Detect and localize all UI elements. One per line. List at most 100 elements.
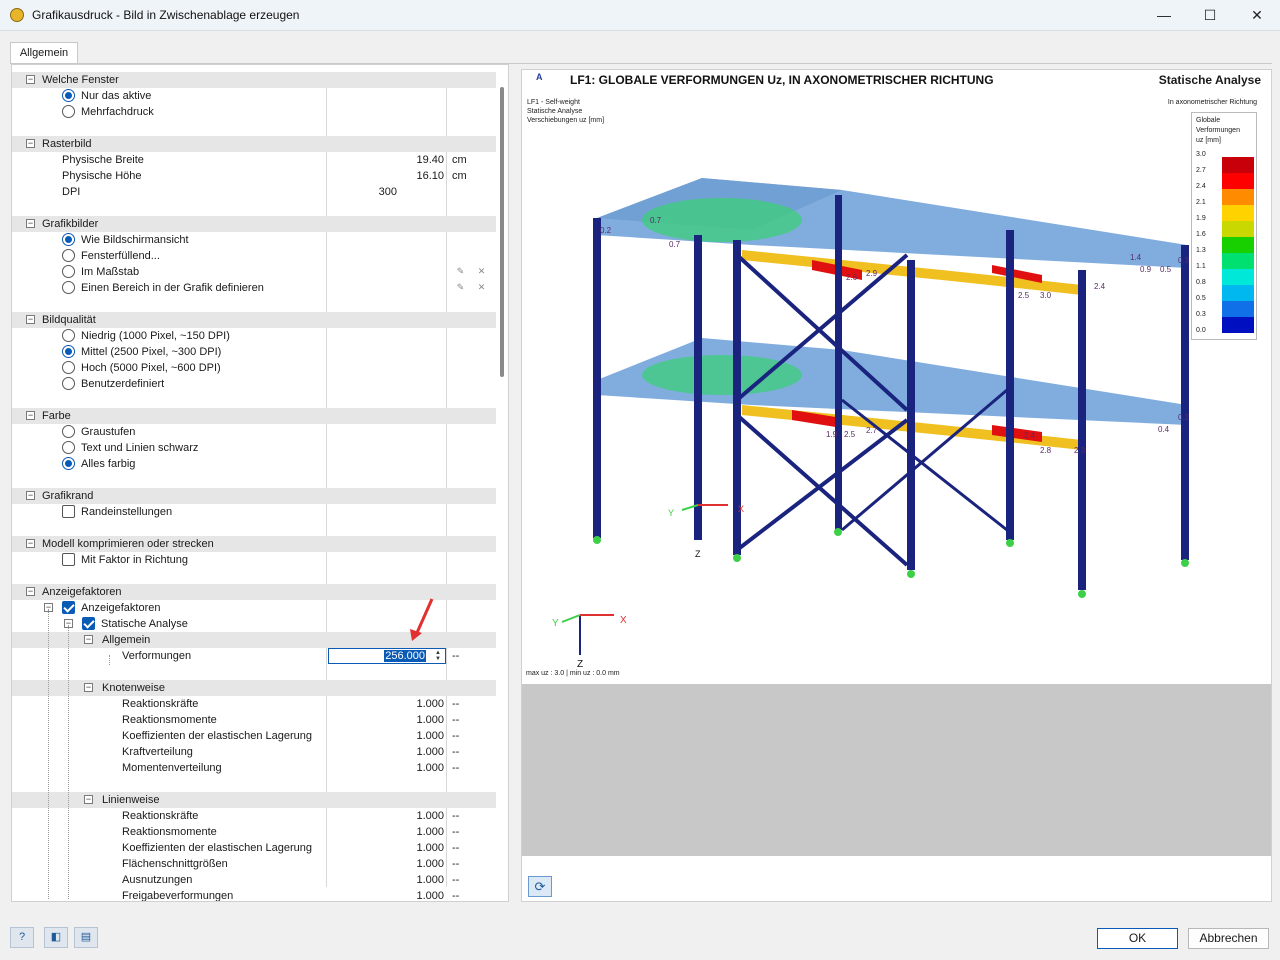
radio-nur-das-aktive[interactable] — [62, 89, 75, 102]
collapse-icon[interactable]: − — [84, 683, 93, 692]
section-farbe[interactable]: − Farbe — [12, 408, 496, 424]
factor-value[interactable]: 1.000 — [352, 842, 444, 854]
section-bildqualitaet[interactable]: − Bildqualität — [12, 312, 496, 328]
refresh-button[interactable]: ⟳ — [528, 876, 552, 897]
checkbox-statische-analyse[interactable] — [82, 617, 95, 630]
radio-im-massstab[interactable] — [62, 265, 75, 278]
option-row[interactable]: Mit Faktor in Richtung — [12, 552, 496, 568]
property-row[interactable]: Flächenschnittgrößen 1.000 -- — [12, 856, 496, 872]
dpi-value[interactable]: 300 — [312, 186, 397, 198]
preview-settings-icon[interactable]: ◧ — [44, 927, 68, 948]
tree-connector — [68, 625, 69, 899]
property-row[interactable]: Reaktionskräfte 1.000 -- — [12, 696, 496, 712]
edit-icon[interactable]: ✎ — [454, 281, 467, 294]
subsection-knotenweise[interactable]: − Knotenweise — [12, 680, 496, 696]
radio-benutzerdefiniert[interactable] — [62, 377, 75, 390]
collapse-icon[interactable]: − — [84, 635, 93, 644]
option-row[interactable]: Niedrig (1000 Pixel, ~150 DPI) — [12, 328, 496, 344]
property-row[interactable]: Physische Höhe 16.10 cm — [12, 168, 496, 184]
property-row[interactable]: Kraftverteilung 1.000 -- — [12, 744, 496, 760]
scrollbar[interactable] — [500, 87, 504, 377]
option-row[interactable]: Graustufen — [12, 424, 496, 440]
close-button[interactable]: ✕ — [1234, 0, 1280, 31]
collapse-icon[interactable]: − — [26, 139, 35, 148]
factor-value[interactable]: 1.000 — [352, 730, 444, 742]
maximize-button[interactable]: ☐ — [1187, 0, 1233, 31]
radio-niedrig[interactable] — [62, 329, 75, 342]
checkbox-anzeigefaktoren[interactable] — [62, 601, 75, 614]
property-row[interactable]: Ausnutzungen 1.000 -- — [12, 872, 496, 888]
property-row[interactable]: Momentenverteilung 1.000 -- — [12, 760, 496, 776]
factor-value[interactable]: 1.000 — [352, 698, 444, 710]
factor-value[interactable]: 1.000 — [352, 874, 444, 886]
option-row[interactable]: Text und Linien schwarz — [12, 440, 496, 456]
factor-value[interactable]: 1.000 — [352, 746, 444, 758]
tab-allgemein[interactable]: Allgemein — [10, 42, 78, 64]
radio-alles-farbig[interactable] — [62, 457, 75, 470]
property-row[interactable]: Reaktionsmomente 1.000 -- — [12, 712, 496, 728]
radio-text-linien-schwarz[interactable] — [62, 441, 75, 454]
option-row[interactable]: Randeinstellungen — [12, 504, 496, 520]
collapse-icon[interactable]: − — [26, 539, 35, 548]
option-row[interactable]: Mehrfachdruck — [12, 104, 496, 120]
option-row[interactable]: Hoch (5000 Pixel, ~600 DPI) — [12, 360, 496, 376]
collapse-icon[interactable]: − — [26, 315, 35, 324]
factor-value[interactable]: 1.000 — [352, 714, 444, 726]
radio-bereich-definieren[interactable] — [62, 281, 75, 294]
factor-value[interactable]: 1.000 — [352, 762, 444, 774]
delete-icon[interactable]: ✕ — [475, 281, 488, 294]
section-rasterbild[interactable]: − Rasterbild — [12, 136, 496, 152]
help-icon[interactable]: ? — [10, 927, 34, 948]
collapse-icon[interactable]: − — [26, 411, 35, 420]
spinner-arrows-icon[interactable]: ▲ ▼ — [433, 650, 443, 662]
physical-width-value[interactable]: 19.40 — [352, 154, 444, 166]
option-row[interactable]: Mittel (2500 Pixel, ~300 DPI) — [12, 344, 496, 360]
property-row[interactable]: DPI 300 — [12, 184, 496, 200]
section-modell[interactable]: − Modell komprimieren oder strecken — [12, 536, 496, 552]
cancel-button[interactable]: Abbrechen — [1188, 928, 1269, 949]
collapse-icon[interactable]: − — [26, 587, 35, 596]
collapse-icon[interactable]: − — [84, 795, 93, 804]
minimize-button[interactable]: — — [1141, 0, 1187, 31]
collapse-icon[interactable]: − — [26, 219, 35, 228]
property-row[interactable]: Reaktionsmomente 1.000 -- — [12, 824, 496, 840]
option-row[interactable]: Einen Bereich in der Grafik definieren ✎… — [12, 280, 496, 296]
option-row[interactable]: Wie Bildschirmansicht — [12, 232, 496, 248]
option-row[interactable]: Im Maßstab ✎ ✕ — [12, 264, 496, 280]
option-row[interactable]: Benutzerdefiniert — [12, 376, 496, 392]
radio-fensterfuellend[interactable] — [62, 249, 75, 262]
section-grafikbilder[interactable]: − Grafikbilder — [12, 216, 496, 232]
factor-value[interactable]: 1.000 — [352, 890, 444, 901]
checkbox-mit-faktor[interactable] — [62, 553, 75, 566]
property-row[interactable]: Physische Breite 19.40 cm — [12, 152, 496, 168]
radio-hoch[interactable] — [62, 361, 75, 374]
option-row[interactable]: Nur das aktive — [12, 88, 496, 104]
collapse-icon[interactable]: − — [26, 75, 35, 84]
property-row[interactable]: Freigabeverformungen 1.000 -- — [12, 888, 496, 901]
radio-graustufen[interactable] — [62, 425, 75, 438]
section-grafikrand[interactable]: − Grafikrand — [12, 488, 496, 504]
save-settings-icon[interactable]: ▤ — [74, 927, 98, 948]
factor-value[interactable]: 1.000 — [352, 810, 444, 822]
subsection-linienweise[interactable]: − Linienweise — [12, 792, 496, 808]
edit-icon[interactable]: ✎ — [454, 265, 467, 278]
verformungen-value[interactable]: 256.000 — [384, 650, 426, 662]
radio-mehrfachdruck[interactable] — [62, 105, 75, 118]
radio-wie-bildschirmansicht[interactable] — [62, 233, 75, 246]
property-row[interactable]: Reaktionskräfte 1.000 -- — [12, 808, 496, 824]
checkbox-randeinstellungen[interactable] — [62, 505, 75, 518]
property-row[interactable]: Koeffizienten der elastischen Lagerung 1.… — [12, 728, 496, 744]
delete-icon[interactable]: ✕ — [475, 265, 488, 278]
ok-button[interactable]: OK — [1097, 928, 1178, 949]
property-row[interactable]: Koeffizienten der elastischen Lagerung 1.… — [12, 840, 496, 856]
section-welche-fenster[interactable]: − Welche Fenster — [12, 72, 496, 88]
property-row[interactable]: Verformungen 256.000 ▲ ▼ -- — [12, 648, 496, 664]
radio-mittel[interactable] — [62, 345, 75, 358]
collapse-icon[interactable]: − — [26, 491, 35, 500]
physical-height-value[interactable]: 16.10 — [352, 170, 444, 182]
verformungen-input[interactable]: 256.000 ▲ ▼ — [328, 648, 446, 664]
factor-value[interactable]: 1.000 — [352, 858, 444, 870]
option-row[interactable]: Fensterfüllend... — [12, 248, 496, 264]
factor-value[interactable]: 1.000 — [352, 826, 444, 838]
option-row[interactable]: Alles farbig — [12, 456, 496, 472]
